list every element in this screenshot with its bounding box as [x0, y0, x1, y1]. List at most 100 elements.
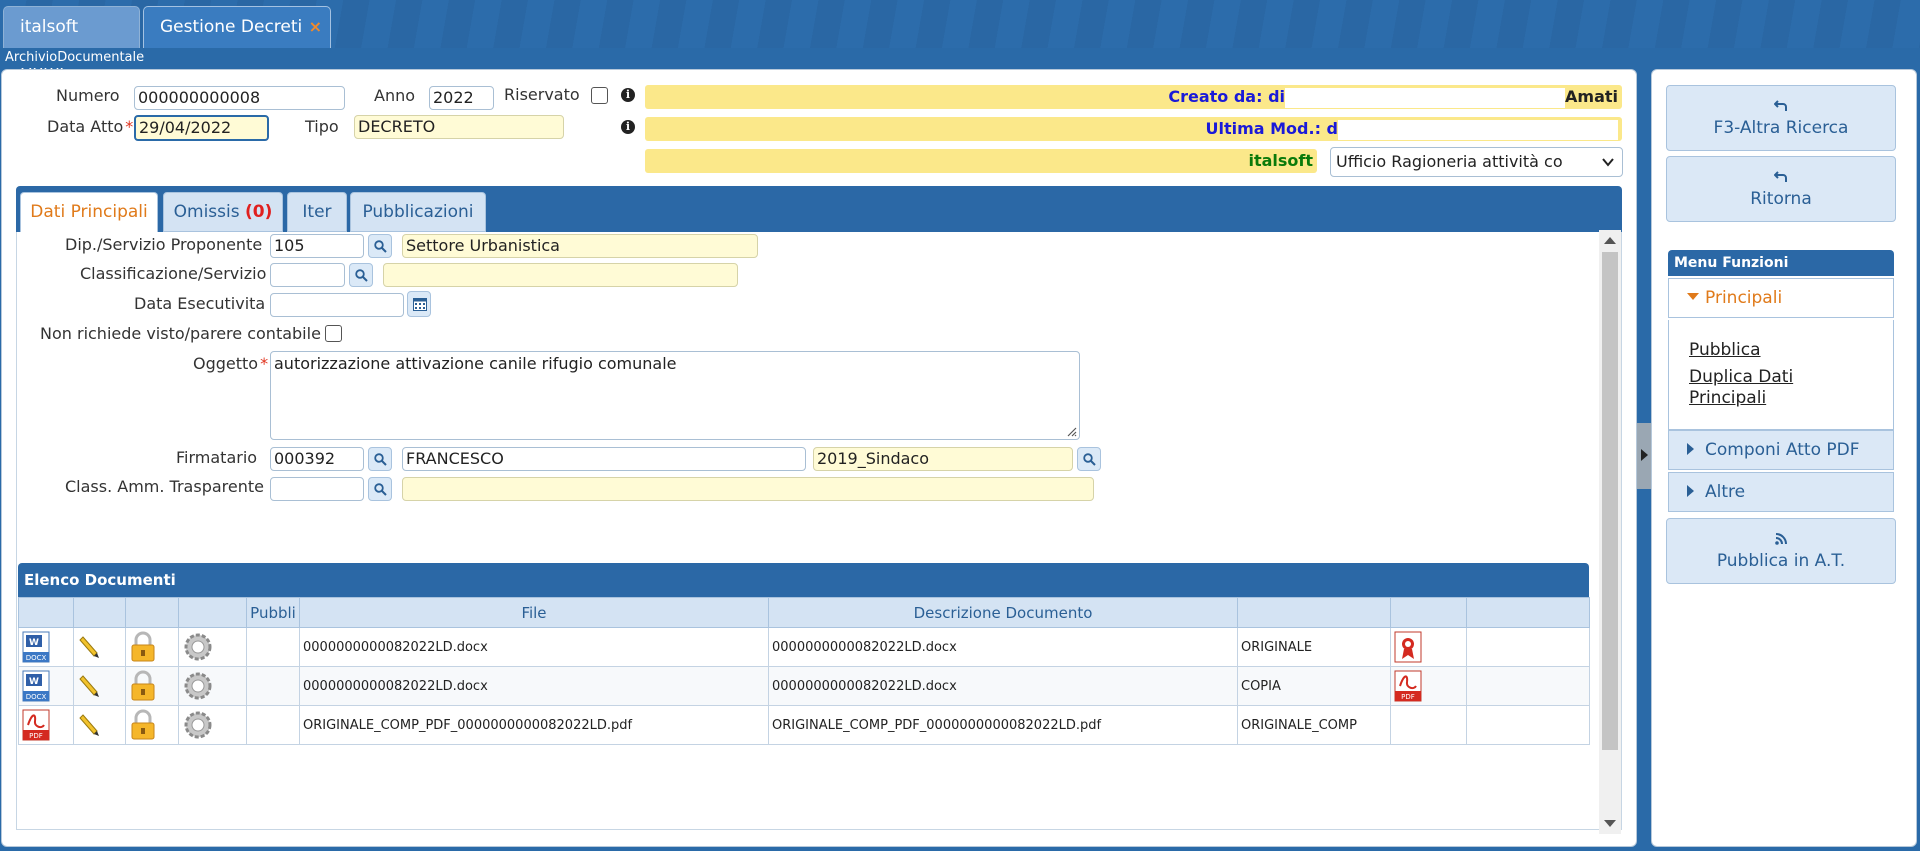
- gear-icon[interactable]: [178, 627, 247, 667]
- edit-icon[interactable]: [73, 666, 126, 706]
- tab-dati-principali[interactable]: Dati Principali: [20, 192, 158, 232]
- ritorna-button[interactable]: Ritorna: [1666, 156, 1896, 222]
- class-label: Classificazione/Servizio: [80, 264, 267, 283]
- gear-icon[interactable]: [178, 666, 247, 706]
- certificate-icon[interactable]: [1390, 627, 1467, 667]
- non-richiede-checkbox[interactable]: [325, 325, 342, 342]
- principali-body: Pubblica Duplica Dati Principali: [1668, 320, 1894, 430]
- dip-code-field[interactable]: 105: [270, 234, 364, 258]
- calendar-button[interactable]: [407, 291, 431, 317]
- firmatario-code-field[interactable]: 000392: [270, 447, 364, 471]
- scroll-up-icon[interactable]: [1604, 237, 1616, 244]
- anno-label: Anno: [374, 86, 416, 105]
- pdf-icon[interactable]: PDF: [18, 705, 74, 745]
- column-header-file[interactable]: File: [299, 597, 769, 628]
- panel-collapse-handle[interactable]: [1637, 423, 1651, 489]
- docx-icon[interactable]: W DOCX: [18, 666, 74, 706]
- pubblica-at-label: Pubblica in A.T.: [1716, 551, 1846, 571]
- search-button[interactable]: [349, 263, 373, 287]
- undo-icon: [1773, 171, 1787, 182]
- altra-ricerca-button[interactable]: F3-Altra Ricerca: [1666, 85, 1896, 151]
- oggetto-textarea[interactable]: autorizzazione attivazione canile rifugi…: [270, 351, 1080, 440]
- data-atto-field[interactable]: 29/04/2022: [134, 115, 269, 141]
- descr-cell: 0000000000082022LD.docx: [768, 627, 1238, 667]
- search-icon: [374, 453, 387, 466]
- tab-label: Gestione Decreti: [160, 17, 303, 37]
- column-header-pubbli[interactable]: Pubbli: [246, 597, 300, 628]
- ultima-mod-strip: Ultima Mod.: d: [645, 117, 1622, 141]
- scroll-down-icon[interactable]: [1604, 820, 1616, 827]
- riservato-checkbox[interactable]: [591, 87, 608, 104]
- tab-italsoft-home[interactable]: italsoft Home: [3, 6, 140, 77]
- tab-omissis[interactable]: Omissis (0): [163, 192, 283, 232]
- creato-da-text: Creato da: di: [1168, 87, 1286, 106]
- kind-cell: ORIGINALE_COMP: [1237, 705, 1391, 745]
- close-icon[interactable]: ×: [309, 7, 322, 47]
- inner-tabbar: Dati Principali Omissis (0) Iter Pubblic…: [16, 186, 1622, 232]
- numero-field[interactable]: 000000000008: [134, 86, 345, 110]
- info-icon[interactable]: i: [621, 88, 635, 102]
- column-header[interactable]: [1237, 597, 1391, 628]
- lock-icon[interactable]: [125, 627, 179, 667]
- table-row[interactable]: W DOCX 0000000000082022LD.docx 0000000000…: [18, 666, 1590, 706]
- tab-gestione-decreti[interactable]: Gestione Decreti ×: [143, 6, 331, 48]
- dip-desc-field[interactable]: Settore Urbanistica: [402, 234, 758, 258]
- accordion-altre[interactable]: Altre: [1668, 472, 1894, 512]
- breadcrumb: ArchivioDocumentale: [0, 48, 1920, 68]
- class-amm-code-field[interactable]: [270, 477, 364, 501]
- search-button[interactable]: [368, 477, 392, 501]
- tab-pubblicazioni[interactable]: Pubblicazioni: [350, 192, 486, 232]
- anno-field[interactable]: 2022: [429, 86, 494, 110]
- creato-da-tail: Amati: [1565, 87, 1618, 106]
- table-row[interactable]: PDF ORIGINALE_COMP_PDF_0000000000082022L…: [18, 705, 1590, 745]
- column-header[interactable]: [73, 597, 126, 628]
- lock-icon[interactable]: [125, 705, 179, 745]
- content-scrollbar[interactable]: [1599, 230, 1621, 834]
- pubblica-link[interactable]: Pubblica: [1689, 340, 1819, 361]
- search-button[interactable]: [368, 234, 392, 258]
- tab-iter[interactable]: Iter: [287, 192, 347, 232]
- rss-icon: [1775, 533, 1787, 545]
- column-header[interactable]: [125, 597, 179, 628]
- search-icon: [1083, 453, 1096, 466]
- class-desc-field[interactable]: [383, 263, 738, 287]
- creato-da-strip: Creato da: di Amati: [645, 85, 1622, 109]
- edit-icon[interactable]: [73, 627, 126, 667]
- resize-grip-icon[interactable]: [1065, 425, 1077, 437]
- column-header[interactable]: [1390, 597, 1467, 628]
- svg-text:W: W: [29, 677, 39, 687]
- descr-cell: 0000000000082022LD.docx: [768, 666, 1238, 706]
- search-button[interactable]: [1077, 447, 1101, 471]
- pubblica-at-button[interactable]: Pubblica in A.T.: [1666, 518, 1896, 584]
- lock-icon[interactable]: [125, 666, 179, 706]
- empty-cell: [1390, 705, 1467, 745]
- column-header[interactable]: [18, 597, 74, 628]
- accordion-componi-atto[interactable]: Componi Atto PDF: [1668, 430, 1894, 470]
- ufficio-select[interactable]: Ufficio Ragioneria attività co: [1330, 147, 1623, 177]
- data-esec-field[interactable]: [270, 293, 404, 317]
- tipo-field[interactable]: DECRETO: [354, 115, 564, 139]
- class-code-field[interactable]: [270, 263, 345, 287]
- accordion-principali[interactable]: Principali: [1668, 278, 1894, 318]
- class-amm-desc-field[interactable]: [402, 477, 1094, 501]
- kind-cell: COPIA: [1237, 666, 1391, 706]
- firmatario-role-field[interactable]: 2019_Sindaco: [813, 447, 1073, 471]
- pdf-icon[interactable]: PDF: [1390, 666, 1467, 706]
- duplica-dati-link[interactable]: Duplica Dati Principali: [1689, 367, 1819, 409]
- scrollbar-thumb[interactable]: [1602, 252, 1618, 750]
- search-button[interactable]: [368, 447, 392, 471]
- column-header[interactable]: [178, 597, 247, 628]
- info-icon[interactable]: i: [621, 120, 635, 134]
- riservato-label: Riservato: [504, 85, 580, 104]
- undo-icon: [1773, 100, 1787, 111]
- pubbli-cell: [246, 705, 300, 745]
- docx-icon[interactable]: W DOCX: [18, 627, 74, 667]
- descr-cell: ORIGINALE_COMP_PDF_0000000000082022LD.pd…: [768, 705, 1238, 745]
- firmatario-name-field[interactable]: FRANCESCO: [402, 447, 806, 471]
- gear-icon[interactable]: [178, 705, 247, 745]
- edit-icon[interactable]: [73, 705, 126, 745]
- top-bar: italsoft Home Gestione Decreti ×: [0, 0, 1920, 77]
- column-header[interactable]: [1466, 597, 1590, 628]
- column-header-descrizione[interactable]: Descrizione Documento: [768, 597, 1238, 628]
- table-row[interactable]: W DOCX 0000000000082022LD.docx 0000000000…: [18, 627, 1590, 667]
